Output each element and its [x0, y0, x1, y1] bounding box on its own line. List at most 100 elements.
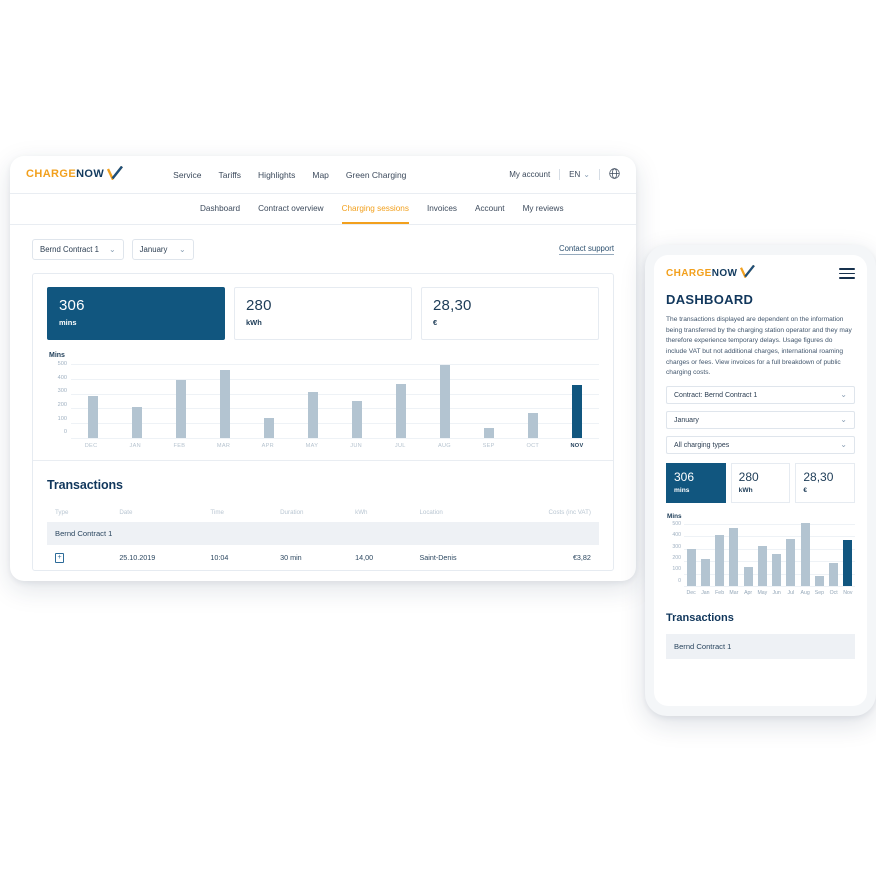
language-selector[interactable]: EN ⌄	[569, 170, 590, 179]
bar-Aug[interactable]	[800, 523, 810, 587]
x-label-JUL: JUL	[394, 443, 406, 449]
kpi-card-euro[interactable]: 28,30 €	[421, 287, 599, 340]
bar-slot-JUN	[335, 364, 379, 438]
bar-MAY[interactable]	[308, 392, 318, 438]
bar-Jan[interactable]	[700, 558, 710, 587]
chevron-down-icon: ⌄	[840, 415, 847, 425]
chevron-down-icon: ⌄	[108, 244, 116, 254]
y-tick-100: 100	[57, 415, 67, 422]
chevron-down-icon: ⌄	[840, 440, 847, 450]
filters-row: Bernd Contract 1 ⌄ January ⌄ Contact sup…	[32, 239, 614, 260]
mobile-kpi-card-kwh[interactable]: 280 kWh	[730, 463, 791, 504]
mobile-monthly-minutes-chart: 500 400 300 200 100 0	[666, 521, 855, 588]
globe-icon[interactable]	[609, 166, 620, 184]
bar-slot-Jul	[784, 524, 798, 587]
kpi-cards: 306 mins 280 kWh 28,30 €	[47, 287, 599, 340]
nav-item-tariffs[interactable]: Tariffs	[219, 170, 242, 180]
mobile-kpi-card-euro[interactable]: 28,30 €	[795, 463, 856, 504]
subnav-item-my-reviews[interactable]: My reviews	[523, 204, 564, 215]
nav-item-service[interactable]: Service	[173, 170, 201, 180]
bar-slot-May	[755, 524, 769, 587]
month-select[interactable]: January ⌄	[131, 239, 194, 260]
y-tick-200: 200	[57, 402, 67, 409]
chargenow-logo[interactable]: CHARGE NOW	[26, 165, 124, 184]
bar-slot-Mar	[727, 524, 741, 587]
kpi-unit-mins: mins	[59, 318, 77, 327]
nav-item-green-charging[interactable]: Green Charging	[346, 170, 406, 180]
mobile-kpi-card-mins[interactable]: 306 mins	[666, 463, 726, 504]
mobile-month-select[interactable]: January ⌄	[666, 411, 855, 430]
table-row[interactable]: + 25.10.2019 10:04 30 min 14,00 Saint-De…	[47, 545, 599, 570]
bar-slot-JAN	[115, 364, 159, 438]
mobile-kpi-unit-euro: €	[803, 487, 808, 495]
bar-OCT[interactable]	[528, 412, 538, 438]
nav-item-highlights[interactable]: Highlights	[258, 170, 295, 180]
cell-kwh: 14,00	[355, 552, 374, 562]
nav-item-map[interactable]: Map	[312, 170, 329, 180]
bar-Sep[interactable]	[814, 575, 824, 587]
mobile-page-title: DASHBOARD	[666, 292, 754, 307]
bar-Nov[interactable]	[843, 540, 853, 587]
contact-support-link[interactable]: Contact support	[558, 244, 614, 255]
transactions-table: Type Date Time Duration kWh Location Cos…	[47, 509, 599, 570]
bar-slot-APR	[247, 364, 291, 438]
panel-divider	[33, 460, 613, 461]
bar-Apr[interactable]	[743, 567, 753, 587]
bar-JUL[interactable]	[396, 383, 406, 438]
bar-MAR[interactable]	[220, 369, 230, 438]
cell-cost: €3,82	[572, 552, 591, 562]
contract-select[interactable]: Bernd Contract 1 ⌄	[32, 239, 124, 260]
subnav-item-contract-overview[interactable]: Contract overview	[258, 204, 324, 215]
bar-slot-FEB	[159, 364, 203, 438]
mobile-chart-y-axis-label: Mins	[667, 513, 682, 521]
bar-SEP[interactable]	[484, 428, 494, 438]
bar-Jun[interactable]	[772, 554, 782, 587]
mobile-kpi-unit-mins: mins	[674, 487, 690, 495]
subnav-item-dashboard[interactable]: Dashboard	[200, 204, 240, 215]
subnav-item-account[interactable]: Account	[475, 204, 505, 215]
chevron-down-icon: ⌄	[583, 169, 590, 179]
bar-JAN[interactable]	[132, 407, 142, 438]
my-account-link[interactable]: My account	[509, 170, 550, 179]
bar-DEC[interactable]	[88, 395, 98, 438]
bar-May[interactable]	[757, 545, 767, 587]
cell-location: Saint-Denis	[419, 552, 457, 562]
bar-Jul[interactable]	[786, 539, 796, 587]
kpi-card-mins[interactable]: 306 mins	[47, 287, 225, 340]
x-label-Nov: Nov	[843, 590, 853, 597]
language-label: EN	[569, 170, 581, 179]
subnav-item-invoices[interactable]: Invoices	[427, 204, 457, 215]
chargenow-logo-mobile[interactable]: CHARGE NOW	[666, 264, 756, 282]
desktop-top-navbar: CHARGE NOW Service Tariffs Highlights Map…	[10, 156, 636, 194]
hamburger-menu-icon[interactable]	[839, 268, 855, 279]
bar-Dec[interactable]	[686, 548, 696, 587]
x-label-MAR: MAR	[216, 443, 231, 449]
bar-Mar[interactable]	[729, 528, 739, 587]
bar-Oct[interactable]	[829, 562, 839, 587]
bar-JUN[interactable]	[352, 401, 362, 438]
x-label-NOV: NOV	[570, 443, 584, 449]
x-label-Feb: Feb	[715, 590, 725, 597]
column-header-duration: Duration	[280, 509, 304, 516]
mobile-kpi-cards: 306 mins 280 kWh 28,30 €	[666, 463, 856, 504]
bar-Feb[interactable]	[715, 535, 725, 587]
bar-slot-JUL	[379, 364, 423, 438]
mobile-charging-type-select[interactable]: All charging types ⌄	[666, 436, 855, 455]
y-tick-500: 500	[57, 361, 67, 367]
y-tick-200: 200	[672, 555, 681, 562]
bar-slot-AUG	[423, 364, 467, 438]
subnav-item-charging-sessions[interactable]: Charging sessions	[341, 204, 410, 224]
bar-FEB[interactable]	[176, 379, 186, 438]
kpi-value-mins: 306	[59, 297, 85, 314]
bar-NOV[interactable]	[572, 384, 582, 438]
month-select-value: January	[139, 245, 168, 254]
chart-bars	[71, 364, 599, 438]
bar-AUG[interactable]	[440, 364, 450, 438]
mobile-description-text: The transactions displayed are dependent…	[666, 316, 852, 377]
column-header-costs: Costs (inc VAT)	[548, 509, 591, 516]
chevron-down-icon: ⌄	[840, 390, 847, 400]
kpi-card-kwh[interactable]: 280 kWh	[234, 287, 412, 340]
bar-APR[interactable]	[264, 418, 274, 438]
mobile-contract-select[interactable]: Contract: Bernd Contract 1 ⌄	[666, 386, 855, 405]
y-tick-400: 400	[57, 374, 67, 381]
